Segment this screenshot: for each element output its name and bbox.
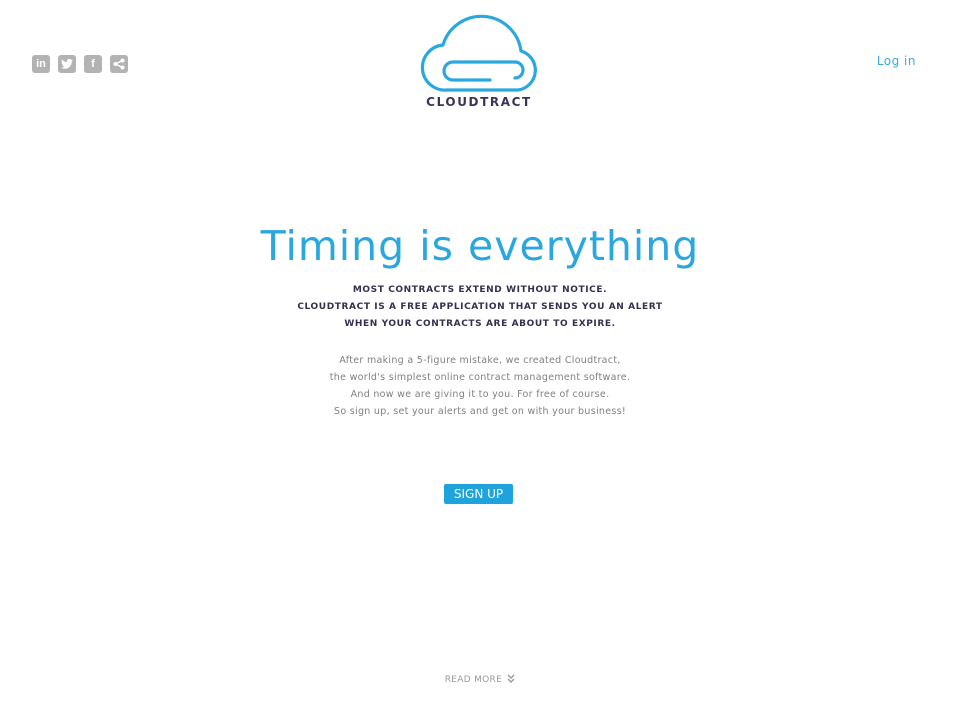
description-line: After making a 5-figure mistake, we crea… [339, 355, 621, 366]
tagline-line: WHEN YOUR CONTRACTS ARE ABOUT TO EXPIRE. [344, 319, 616, 329]
description-line: So sign up, set your alerts and get on w… [334, 406, 626, 417]
linkedin-icon[interactable]: in [32, 55, 50, 73]
double-chevron-down-icon [507, 674, 515, 686]
facebook-icon[interactable]: f [84, 55, 102, 73]
logo-wordmark: CLOUDTRACT [426, 95, 532, 109]
tagline-line: MOST CONTRACTS EXTEND WITHOUT NOTICE. [352, 285, 608, 295]
share-icon[interactable] [110, 55, 128, 73]
hero-description: After making a 5-figure mistake, we crea… [0, 352, 960, 420]
read-more-label: READ MORE [444, 675, 503, 685]
landing-page: in f CLOUDTRACT Log in Timing is everyth… [0, 0, 960, 720]
cloud-paperclip-icon [420, 14, 537, 92]
hero-tagline: MOST CONTRACTS EXTEND WITHOUT NOTICE. CL… [0, 282, 960, 333]
twitter-icon[interactable] [58, 55, 76, 73]
hero-title: Timing is everything [260, 222, 700, 270]
description-line: the world's simplest online contract man… [329, 372, 631, 383]
login-link[interactable]: Log in [877, 54, 916, 68]
cloudtract-logo[interactable]: CLOUDTRACT [416, 14, 542, 109]
description-line: And now we are giving it to you. For fre… [350, 389, 610, 400]
read-more-link[interactable]: READ MORE [0, 674, 960, 686]
signup-button[interactable]: SIGN UP [444, 484, 513, 504]
tagline-line: CLOUDTRACT IS A FREE APPLICATION THAT SE… [297, 302, 663, 312]
social-links: in f [32, 55, 128, 73]
